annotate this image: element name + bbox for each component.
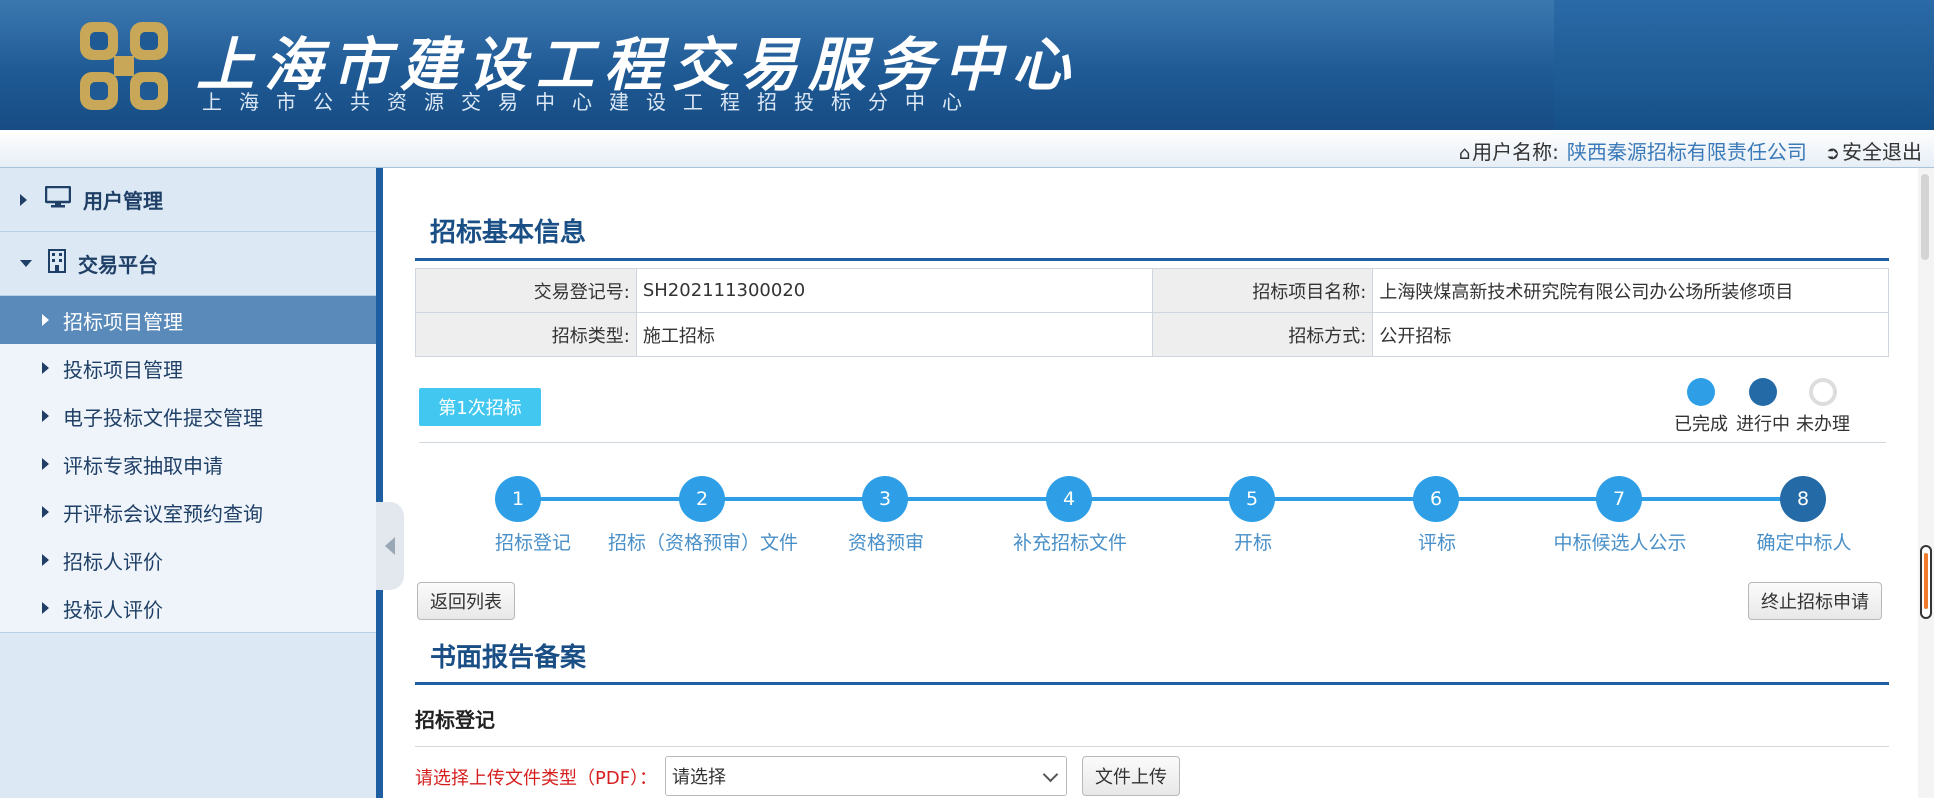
sidebar-item-e-bid-submission[interactable]: 电子投标文件提交管理 — [0, 392, 376, 440]
table-row: 招标类型: 施工招标 招标方式: 公开招标 — [415, 312, 1889, 357]
caret-down-icon — [20, 260, 32, 267]
terminate-tender-button[interactable]: 终止招标申请 — [1748, 582, 1882, 620]
sidebar-group-label: 用户管理 — [83, 189, 163, 213]
round-1-button[interactable]: 第1次招标 — [419, 388, 541, 426]
file-upload-button[interactable]: 文件上传 — [1082, 756, 1180, 796]
monitor-icon — [44, 185, 72, 213]
sidebar-divider — [0, 632, 376, 633]
site-subtitle: 上海市公共资源交易中心建设工程招投标分中心 — [202, 90, 979, 114]
section-title-written-report: 书面报告备案 — [430, 643, 587, 673]
back-to-list-button[interactable]: 返回列表 — [417, 582, 515, 620]
legend-label: 进行中 — [1736, 414, 1790, 435]
sidebar-item-label: 投标人评价 — [63, 597, 163, 622]
step-8[interactable]: 8 — [1780, 476, 1826, 522]
caret-right-icon — [42, 362, 49, 374]
basic-info-table: 交易登记号: SH202111300020 招标项目名称: 上海陕煤高新技术研究… — [415, 268, 1889, 357]
caret-right-icon — [42, 458, 49, 470]
caret-right-icon — [20, 193, 27, 206]
sidebar-border — [376, 168, 383, 798]
divider — [419, 442, 1886, 443]
section-underline — [415, 682, 1889, 685]
sidebar-item-room-booking[interactable]: 开评标会议室预约查询 — [0, 488, 376, 536]
tender-type-value: 施工招标 — [635, 312, 1153, 357]
reg-no-value: SH202111300020 — [635, 268, 1153, 313]
sidebar-group-label: 交易平台 — [78, 253, 158, 277]
project-name-value: 上海陕煤高新技术研究院有限公司办公场所装修项目 — [1372, 268, 1889, 313]
sidebar-item-expert-selection[interactable]: 评标专家抽取申请 — [0, 440, 376, 488]
caret-right-icon — [42, 314, 49, 326]
file-type-select-value: 请选择 — [672, 767, 726, 788]
header-banner: 上海市建设工程交易服务中心 上海市公共资源交易中心建设工程招投标分中心 — [0, 0, 1934, 130]
logout-link[interactable]: 安全退出 — [1842, 140, 1922, 164]
sidebar: 用户管理 交易平台 招标项目管理 投标项目管理 电子投标文件提交管理 评标专家抽… — [0, 168, 376, 798]
in-progress-dot-icon — [1749, 378, 1777, 406]
step-label[interactable]: 资格预审 — [848, 528, 924, 555]
file-type-select[interactable]: 请选择 — [665, 756, 1067, 796]
main-content: 招标基本信息 交易登记号: SH202111300020 招标项目名称: 上海陕… — [383, 168, 1918, 798]
step-2[interactable]: 2 — [679, 476, 725, 522]
user-name-link[interactable]: 陕西秦源招标有限责任公司 — [1567, 140, 1807, 164]
sidebar-item-tenderer-evaluation[interactable]: 招标人评价 — [0, 536, 376, 584]
step-label[interactable]: 评标 — [1418, 528, 1456, 555]
sidebar-item-label: 投标项目管理 — [63, 357, 183, 382]
caret-right-icon — [42, 410, 49, 422]
subsection-heading: 招标登记 — [415, 708, 495, 732]
sidebar-item-label: 评标专家抽取申请 — [63, 453, 223, 478]
logout-icon[interactable]: ➲ — [1825, 143, 1840, 164]
sidebar-item-bid-project-management[interactable]: 投标项目管理 — [0, 344, 376, 392]
tender-type-label: 招标类型: — [415, 312, 637, 357]
table-row: 交易登记号: SH202111300020 招标项目名称: 上海陕煤高新技术研究… — [415, 268, 1889, 313]
sidebar-group-trading-platform[interactable]: 交易平台 — [0, 232, 376, 296]
scrollbar-thumb[interactable] — [1920, 545, 1932, 619]
sidebar-group-user-management[interactable]: 用户管理 — [0, 168, 376, 232]
project-name-label: 招标项目名称: — [1151, 268, 1374, 313]
section-underline — [415, 258, 1889, 261]
legend-done: 已完成 — [1674, 378, 1728, 436]
caret-right-icon — [42, 506, 49, 518]
sidebar-item-bidder-evaluation[interactable]: 投标人评价 — [0, 584, 376, 632]
building-icon — [48, 249, 66, 278]
step-label[interactable]: 开标 — [1234, 528, 1272, 555]
step-label[interactable]: 招标（资格预审）文件 — [608, 528, 798, 555]
step-label[interactable]: 中标候选人公示 — [1553, 528, 1686, 555]
section-title-basic-info: 招标基本信息 — [430, 218, 587, 248]
sidebar-item-label: 招标人评价 — [63, 549, 163, 574]
caret-right-icon — [42, 554, 49, 566]
sidebar-item-tender-project-management[interactable]: 招标项目管理 — [0, 296, 376, 344]
pending-dot-icon — [1809, 378, 1837, 406]
sidebar-item-label: 电子投标文件提交管理 — [63, 405, 263, 430]
step-label[interactable]: 补充招标文件 — [1013, 528, 1127, 555]
chevron-down-icon — [1042, 766, 1059, 783]
step-4[interactable]: 4 — [1046, 476, 1092, 522]
sidebar-submenu: 招标项目管理 投标项目管理 电子投标文件提交管理 评标专家抽取申请 开评标会议室… — [0, 296, 376, 632]
step-6[interactable]: 6 — [1413, 476, 1459, 522]
legend-in-progress: 进行中 — [1736, 378, 1790, 436]
step-label[interactable]: 招标登记 — [495, 528, 571, 555]
tender-method-value: 公开招标 — [1372, 312, 1889, 357]
legend-label: 已完成 — [1674, 414, 1728, 435]
divider — [415, 746, 1889, 747]
user-bar: ⌂ 用户名称: 陕西秦源招标有限责任公司 ➲ 安全退出 — [0, 130, 1934, 168]
legend-pending: 未办理 — [1796, 378, 1850, 436]
upload-type-label: 请选择上传文件类型（PDF）： — [415, 768, 658, 789]
step-3[interactable]: 3 — [862, 476, 908, 522]
done-dot-icon — [1687, 378, 1715, 406]
caret-right-icon — [42, 602, 49, 614]
sidebar-item-label: 招标项目管理 — [63, 309, 183, 334]
legend-label: 未办理 — [1796, 414, 1850, 435]
tender-method-label: 招标方式: — [1151, 312, 1374, 357]
step-7[interactable]: 7 — [1596, 476, 1642, 522]
step-label[interactable]: 确定中标人 — [1756, 528, 1851, 555]
scrollbar[interactable] — [1918, 168, 1934, 798]
reg-no-label: 交易登记号: — [415, 268, 637, 313]
user-label: 用户名称: — [1472, 140, 1559, 164]
sidebar-item-label: 开评标会议室预约查询 — [63, 501, 263, 526]
scrollbar-track-marker — [1921, 174, 1929, 260]
step-5[interactable]: 5 — [1229, 476, 1275, 522]
step-1[interactable]: 1 — [495, 476, 541, 522]
logo-icon — [80, 22, 168, 110]
home-icon: ⌂ — [1458, 143, 1471, 164]
